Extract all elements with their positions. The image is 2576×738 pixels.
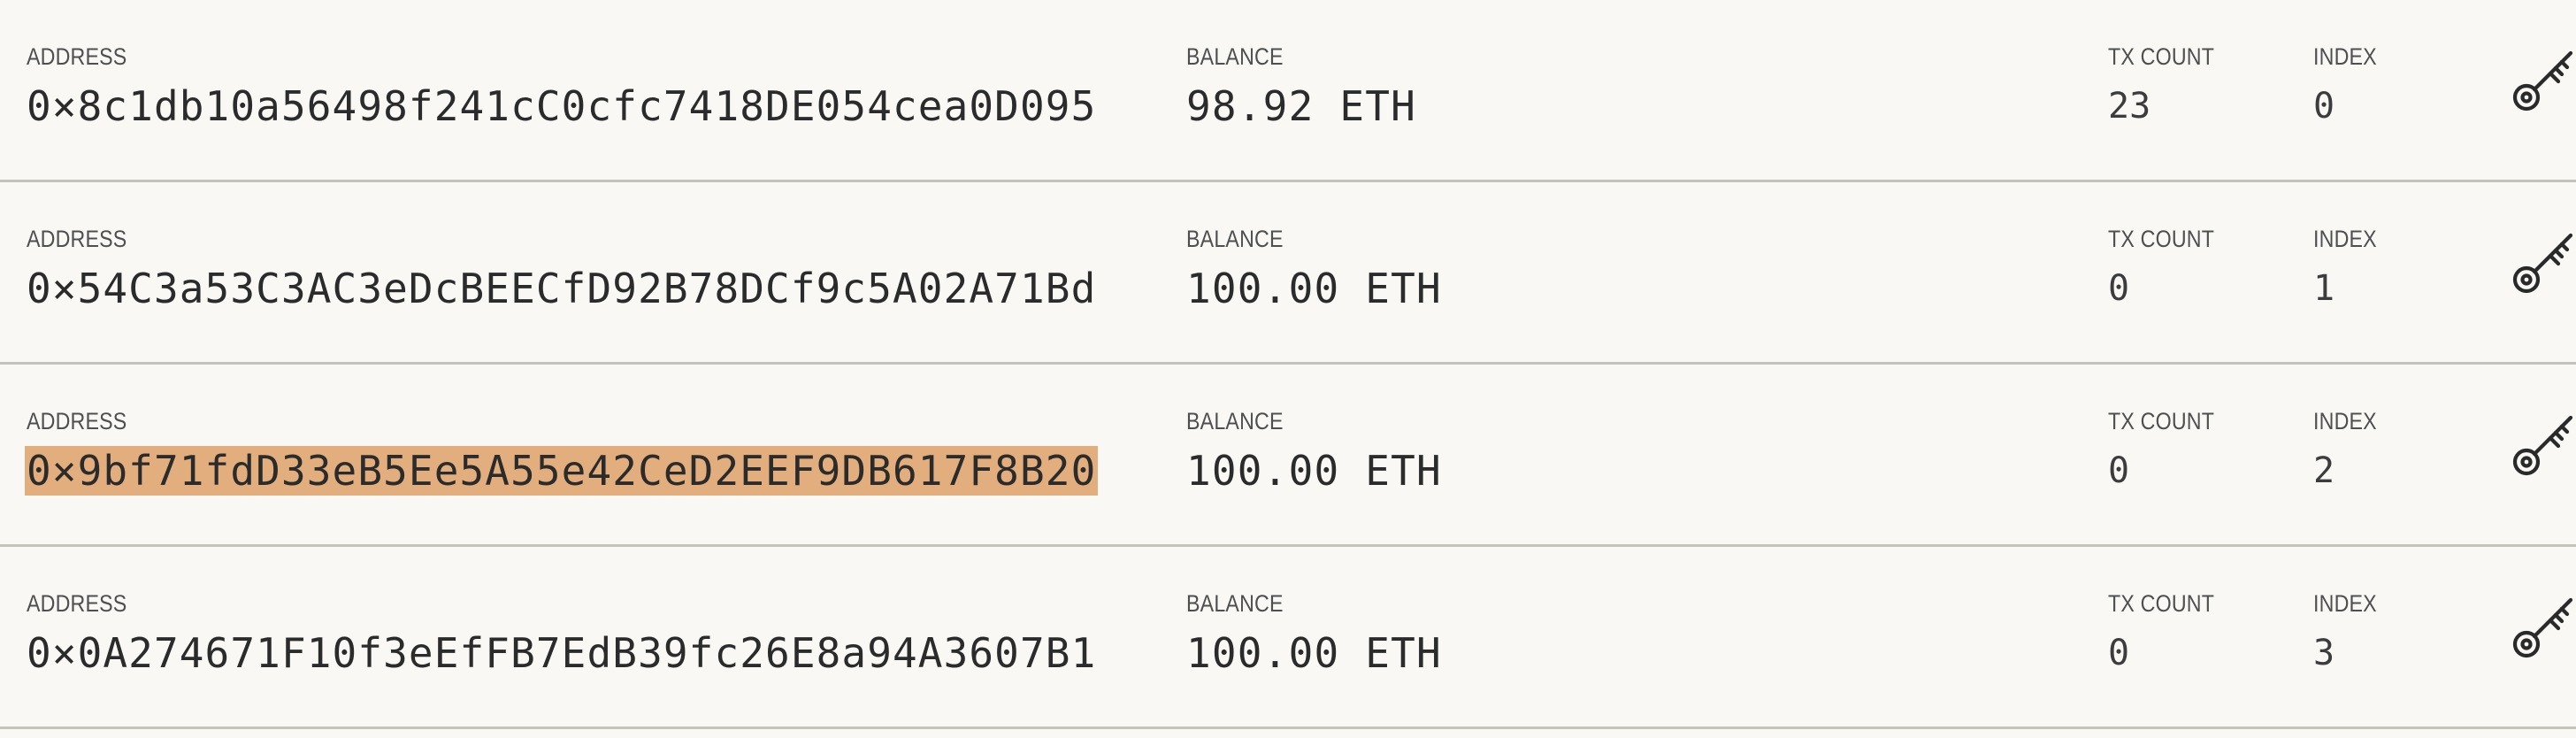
address-column: ADDRESS 0×0A274671F10f3eEfFB7EdB39fc26E8…: [27, 591, 1098, 678]
balance-column: BALANCE 100.00 ETH: [1186, 591, 1442, 678]
key-icon[interactable]: [2511, 46, 2576, 117]
balance-label: BALANCE: [1186, 43, 1284, 70]
tx-count-label: TX COUNT: [2108, 43, 2215, 70]
tx-count-value: 23: [2108, 86, 2151, 127]
account-list: ADDRESS 0×8c1db10a56498f241cC0cfc7418DE0…: [0, 0, 2576, 738]
balance-label: BALANCE: [1186, 226, 1284, 252]
account-row[interactable]: ADDRESS 0×8c1db10a56498f241cC0cfc7418DE0…: [0, 0, 2576, 182]
tx-count-label: TX COUNT: [2108, 226, 2215, 252]
balance-column: BALANCE 100.00 ETH: [1186, 409, 1442, 496]
account-row[interactable]: ADDRESS 0×54C3a53C3AC3eDcBEECfD92B78DCf9…: [0, 182, 2576, 365]
address-value-selected[interactable]: 0×9bf71fdD33eB5Ee5A55e42CeD2EEF9DB617F8B…: [25, 446, 1099, 496]
account-row[interactable]: ADDRESS 0×0A274671F10f3eEfFB7EdB39fc26E8…: [0, 547, 2576, 729]
index-value: 0: [2313, 86, 2335, 127]
tx-count-column: TX COUNT 0: [2108, 409, 2232, 496]
index-column: INDEX 0: [2313, 44, 2388, 131]
balance-label: BALANCE: [1186, 408, 1284, 434]
balance-column: BALANCE 100.00 ETH: [1186, 227, 1442, 313]
tx-count-label: TX COUNT: [2108, 590, 2215, 617]
key-icon[interactable]: [2511, 228, 2576, 299]
address-label: ADDRESS: [27, 408, 127, 434]
index-value: 2: [2313, 450, 2335, 491]
key-icon[interactable]: [2511, 411, 2576, 481]
balance-column: BALANCE 98.92 ETH: [1186, 44, 1416, 131]
address-column: ADDRESS 0×9bf71fdD33eB5Ee5A55e42CeD2EEF9…: [25, 408, 1099, 496]
balance-value: 100.00 ETH: [1186, 265, 1442, 312]
index-label: INDEX: [2313, 590, 2377, 617]
address-label: ADDRESS: [27, 43, 127, 70]
tx-count-column: TX COUNT 23: [2108, 44, 2232, 131]
key-icon[interactable]: [2511, 593, 2576, 664]
tx-count-column: TX COUNT 0: [2108, 227, 2232, 313]
address-value[interactable]: 0×8c1db10a56498f241cC0cfc7418DE054cea0D0…: [25, 81, 1098, 131]
index-column: INDEX 1: [2313, 227, 2388, 313]
balance-label: BALANCE: [1186, 590, 1284, 617]
tx-count-column: TX COUNT 0: [2108, 591, 2232, 678]
address-column: ADDRESS 0×54C3a53C3AC3eDcBEECfD92B78DCf9…: [27, 227, 1098, 313]
address-label: ADDRESS: [27, 226, 127, 252]
account-row[interactable]: ADDRESS 0×9bf71fdD33eB5Ee5A55e42CeD2EEF9…: [0, 365, 2576, 547]
index-value: 1: [2313, 268, 2335, 309]
balance-value: 100.00 ETH: [1186, 447, 1442, 495]
tx-count-value: 0: [2108, 268, 2130, 309]
tx-count-value: 0: [2108, 450, 2130, 491]
balance-value: 100.00 ETH: [1186, 629, 1442, 677]
address-label: ADDRESS: [27, 590, 127, 617]
index-label: INDEX: [2313, 226, 2377, 252]
address-value[interactable]: 0×0A274671F10f3eEfFB7EdB39fc26E8a94A3607…: [25, 628, 1098, 678]
index-value: 3: [2313, 633, 2335, 673]
address-column: ADDRESS 0×8c1db10a56498f241cC0cfc7418DE0…: [27, 44, 1098, 131]
index-column: INDEX 3: [2313, 591, 2388, 678]
address-value[interactable]: 0×54C3a53C3AC3eDcBEECfD92B78DCf9c5A02A71…: [25, 264, 1098, 313]
index-label: INDEX: [2313, 408, 2377, 434]
balance-value: 98.92 ETH: [1186, 82, 1417, 130]
tx-count-value: 0: [2108, 633, 2130, 673]
index-column: INDEX 2: [2313, 409, 2388, 496]
tx-count-label: TX COUNT: [2108, 408, 2215, 434]
index-label: INDEX: [2313, 43, 2377, 70]
